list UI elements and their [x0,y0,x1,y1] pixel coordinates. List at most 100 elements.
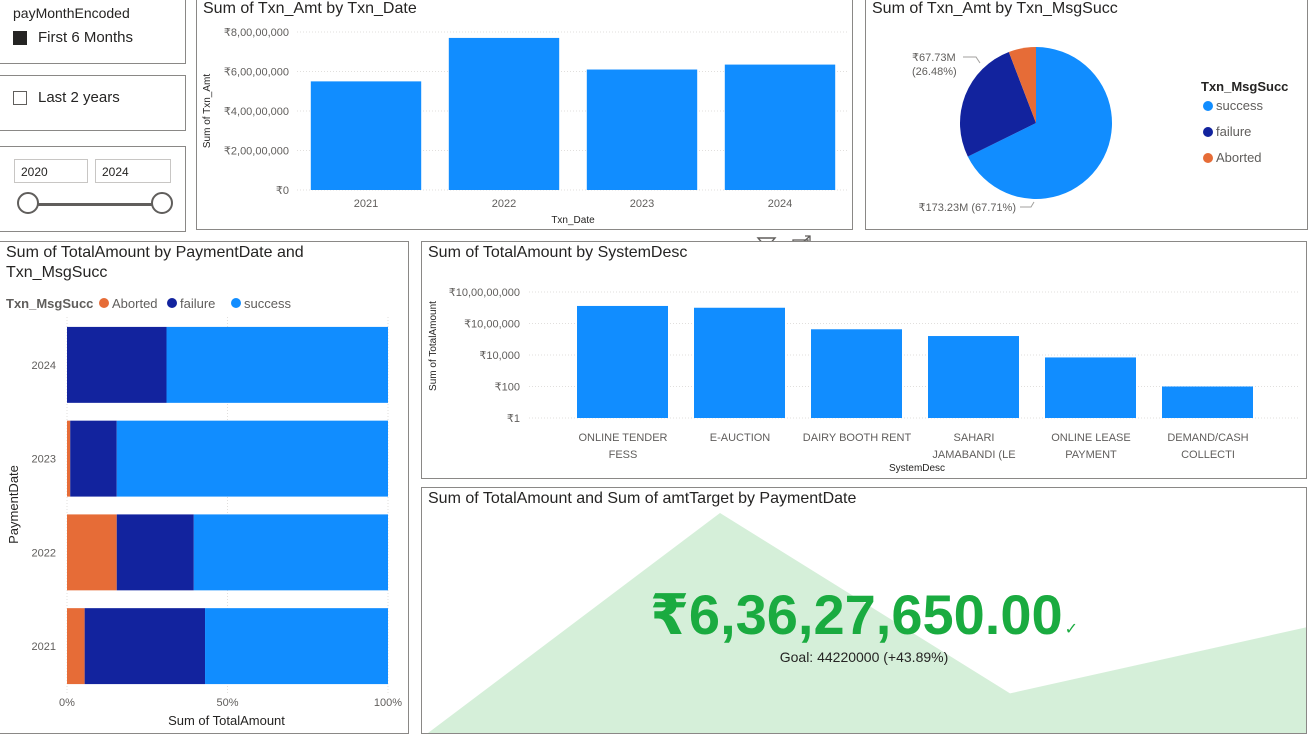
bar-segment [67,608,85,685]
slicer-option-label: Last 2 years [38,89,120,106]
kpi-status-check-icon: ✓ [1064,621,1079,638]
chart-txn-by-msgsucc-plot: ₹173.23M (67.71%) ₹67.73M (26.48%) Txn_MsgS… [912,47,1288,214]
range-to-input[interactable]: 2024 [95,159,171,183]
data-label: ₹67.73M [912,52,956,64]
slicer-pay-month-title: payMonthEncoded [13,5,130,21]
bar [448,37,560,190]
x-tick-label: 2022 [492,198,516,210]
slicer-option-label: First 6 Months [38,29,134,46]
bar [811,329,902,418]
range-from-value: 2020 [21,165,48,179]
slicer-pay-month: payMonthEncoded First 6 Months [0,0,186,64]
kpi-value-text: ₹6,36,27,650.00 [649,583,1063,646]
x-tick-label: 100% [374,697,402,709]
x-tick-label: JAMABANDI (LE [932,449,1015,461]
legend-label: Aborted [1216,150,1262,165]
y-tick-label: ₹6,00,00,000 [224,67,289,79]
slicer-last-2-years: Last 2 years [0,75,186,131]
legend-marker [167,298,177,308]
y-tick-label: 2022 [32,547,56,559]
legend-title: Txn_MsgSucc [1201,79,1288,94]
legend-label: Aborted [112,296,158,311]
bar [724,64,836,190]
y-tick-label: ₹10,000 [479,350,520,362]
bar-segment [166,326,388,403]
kpi-totalamount-vs-target[interactable]: Sum of TotalAmount and Sum of amtTarget … [421,487,1307,734]
y-tick-label: 2021 [32,641,56,653]
chart-totalamount-by-systemdesc-plot: ₹1 ₹100 ₹10,000 ₹10,00,000 ₹10,00,00,000 ONLI… [428,287,1300,474]
y-axis-label: PaymentDate [6,465,21,544]
bar [1162,386,1253,418]
x-axis-label: Txn_Date [551,215,595,226]
x-tick-label: ONLINE TENDER [578,432,667,444]
bar-segment [84,608,206,685]
y-tick-label: ₹100 [495,382,520,394]
bar [928,336,1019,418]
x-tick-label: ONLINE LEASE [1051,432,1130,444]
legend-title: Txn_MsgSucc [6,296,93,311]
bar-segment [205,608,388,685]
range-from-input[interactable]: 2020 [14,159,88,183]
bar [1045,357,1136,418]
kpi-goal: Goal: 44220000 (+43.89%) [779,649,949,665]
checkbox-checked[interactable] [13,31,27,45]
legend-label: failure [1216,124,1251,139]
x-tick-label: 50% [216,697,238,709]
x-tick-label: DAIRY BOOTH RENT [803,432,912,444]
range-handle-min[interactable] [17,192,39,214]
legend-marker [99,298,109,308]
x-tick-label: DEMAND/CASH [1167,432,1248,444]
kpi-value: ₹6,36,27,650.00 ✓ [422,582,1306,648]
y-tick-label: ₹4,00,00,000 [224,106,289,118]
x-tick-label: 0% [59,697,75,709]
y-tick-label: ₹0 [276,185,289,197]
legend-marker [1203,153,1213,163]
legend-marker [1203,101,1213,111]
chart-title: Sum of TotalAmount and Sum of amtTarget … [428,490,857,507]
bar-segment [116,514,194,591]
bar [310,81,422,190]
checkbox-unchecked[interactable] [13,91,27,105]
bar-segment [116,420,388,497]
slicer-year-range: 2020 2024 [0,146,186,232]
x-tick-label: 2023 [630,198,654,210]
bar [586,69,698,190]
y-tick-label: 2024 [32,360,56,372]
x-tick-label: 2024 [768,198,792,210]
bar [577,305,668,418]
chart-totalamount-by-paymentdate[interactable]: Sum of TotalAmount by PaymentDate and Tx… [0,241,409,734]
chart-txn-by-date[interactable]: Sum of Txn_Amt by Txn_Date ₹0 ₹2,00,00,00… [196,0,853,230]
legend-label: failure [180,296,215,311]
leader-line [1020,201,1035,208]
x-tick-label: E-AUCTION [710,432,771,444]
bar-segment [67,326,167,403]
y-axis-label: Sum of Txn_Amt [202,74,213,149]
data-label: (26.48%) [912,66,957,78]
x-tick-label: COLLECTI [1181,449,1235,461]
bar-segment [67,420,71,497]
range-track[interactable] [28,203,164,206]
legend-marker [231,298,241,308]
x-axis-label: SystemDesc [889,463,945,474]
legend-marker [1203,127,1213,137]
leader-line [963,56,981,64]
y-tick-label: ₹10,00,00,000 [449,287,520,299]
x-tick-label: SAHARI [954,432,995,444]
x-axis-label: Sum of TotalAmount [168,713,285,728]
y-tick-label: ₹2,00,00,000 [224,146,289,158]
x-tick-label: 2021 [354,198,378,210]
data-label: ₹173.23M (67.71%) [919,202,1017,214]
y-tick-label: ₹1 [507,413,520,425]
y-tick-label: ₹10,00,000 [464,319,520,331]
bar-segment [70,420,117,497]
legend-label: success [1216,98,1263,113]
y-tick-label: 2023 [32,454,56,466]
chart-totalamount-by-systemdesc[interactable]: Sum of TotalAmount by SystemDesc ₹1 ₹100 ₹… [421,241,1307,479]
bar-segment [193,514,388,591]
chart-txn-by-msgsucc[interactable]: Sum of Txn_Amt by Txn_MsgSucc ₹173.23M (… [865,0,1308,230]
chart-totalamount-by-paymentdate-plot: Txn_MsgSucc Aborted failure success 2024 2023… [6,296,402,728]
x-tick-label: FESS [609,449,638,461]
legend-label: success [244,296,291,311]
bar-segment [67,514,117,591]
range-handle-max[interactable] [151,192,173,214]
